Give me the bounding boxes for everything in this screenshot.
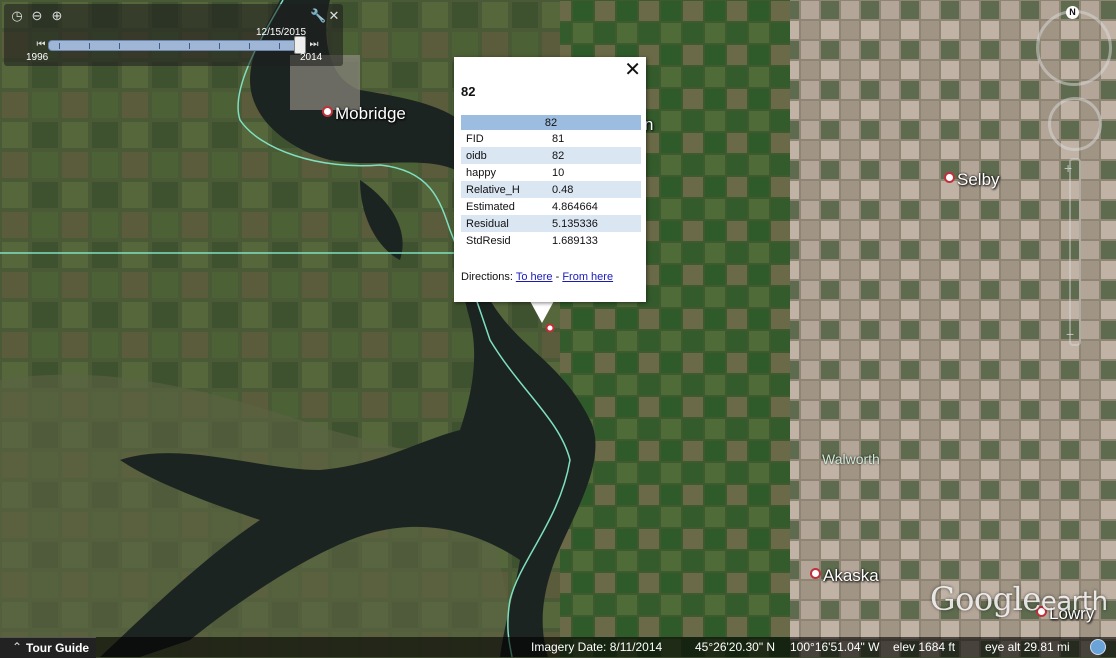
time-tick — [219, 43, 220, 49]
table-row: Residual 5.135336 — [461, 215, 641, 232]
logo-google: Google — [930, 580, 1041, 618]
imagery-date: Imagery Date: 8/11/2014 — [531, 640, 663, 654]
field-value: 10 — [552, 166, 565, 179]
field-name: Relative_H — [461, 181, 552, 198]
compass-ring[interactable] — [1036, 10, 1112, 86]
place-label-selby[interactable]: Selby — [944, 170, 1000, 190]
longitude-readout: 100°16'51.04" W — [790, 640, 880, 654]
balloon-title: 82 — [461, 84, 476, 99]
close-icon[interactable]: ✕ — [327, 9, 341, 23]
close-icon[interactable]: ✕ — [624, 59, 641, 81]
table-row: oidb 82 — [461, 147, 641, 164]
tour-guide-label: Tour Guide — [26, 641, 90, 655]
directions-to-here-link[interactable]: To here — [516, 271, 553, 283]
zoom-slider[interactable] — [1069, 158, 1081, 346]
place-marker-icon — [810, 568, 821, 579]
directions-line: Directions: To here - From here — [461, 271, 613, 283]
time-tick — [249, 43, 250, 49]
time-tick — [119, 43, 120, 49]
time-tick — [189, 43, 190, 49]
directions-separator: - — [555, 271, 560, 283]
table-row: FID 81 — [461, 130, 641, 147]
table-row: StdResid 1.689133 — [461, 232, 641, 249]
table-row: Relative_H 0.48 — [461, 181, 641, 198]
place-label-akaska[interactable]: Akaska — [810, 566, 879, 586]
place-label-walworth: Walworth — [822, 451, 880, 467]
zoom-in-icon[interactable]: + — [1064, 160, 1072, 176]
time-slider-panel: ◷ ⊖ ⊕ 🔧 ✕ 12/15/2015 ⏮ ⏭ 1996 2014 — [4, 4, 343, 66]
time-tick — [89, 43, 90, 49]
table-row: happy 10 — [461, 164, 641, 181]
start-year-label: 1996 — [26, 52, 49, 63]
field-value: 5.135336 — [552, 215, 641, 232]
field-value: 4.864664 — [552, 200, 598, 213]
field-value: 82 — [552, 147, 641, 164]
balloon-pointer — [530, 301, 554, 323]
attribute-table: 82 FID 81 oidb 82 happy 10 Relative_H 0.48 E… — [461, 115, 641, 249]
look-joystick[interactable] — [1048, 97, 1102, 151]
place-marker-icon — [322, 106, 333, 117]
field-name: oidb — [461, 147, 552, 164]
field-name: Estimated — [466, 200, 515, 213]
field-value: 81 — [552, 132, 565, 145]
field-name: StdResid — [466, 234, 511, 247]
zoom-out-icon[interactable]: − — [1066, 326, 1074, 342]
field-name: Residual — [461, 215, 552, 232]
info-balloon: ✕ 82 82 FID 81 oidb 82 happy 10 Relative_H 0… — [454, 57, 646, 302]
field-name: happy — [466, 166, 496, 179]
place-marker-icon — [944, 172, 955, 183]
time-tick — [59, 43, 60, 49]
skip-forward-icon[interactable]: ⏭ — [307, 38, 321, 52]
field-value: 1.689133 — [552, 234, 598, 247]
end-year-label: 2014 — [300, 52, 323, 63]
zoom-in-time-icon[interactable]: ⊕ — [50, 9, 64, 23]
skip-back-icon[interactable]: ⏮ — [34, 38, 48, 52]
logo-earth: earth — [1040, 587, 1108, 617]
google-earth-logo: Googleearth — [930, 580, 1108, 618]
tour-guide-button[interactable]: ⌃ Tour Guide — [0, 637, 96, 658]
table-row: Estimated 4.864664 — [461, 198, 641, 215]
clock-icon[interactable]: ◷ — [10, 9, 24, 23]
status-bar: ⌃ Tour Guide Imagery Date: 8/11/2014 45°… — [0, 637, 1116, 658]
place-label-mobridge[interactable]: Mobridge — [322, 104, 406, 124]
table-header: 82 — [461, 115, 641, 130]
field-value: 0.48 — [552, 181, 641, 198]
field-name: FID — [466, 132, 484, 145]
directions-label: Directions: — [461, 271, 513, 283]
north-indicator[interactable]: N — [1066, 6, 1079, 19]
time-slider-track[interactable] — [48, 40, 306, 51]
time-tick — [279, 43, 280, 49]
latitude-readout: 45°26'20.30" N — [695, 640, 776, 654]
zoom-out-time-icon[interactable]: ⊖ — [30, 9, 44, 23]
chevron-up-icon: ⌃ — [12, 640, 23, 654]
time-tick — [159, 43, 160, 49]
settings-wrench-icon[interactable]: 🔧 — [310, 9, 326, 23]
eye-altitude-readout: eye alt 29.81 mi — [985, 640, 1070, 654]
directions-from-here-link[interactable]: From here — [562, 271, 613, 283]
elevation-readout: elev 1684 ft — [893, 640, 956, 654]
globe-icon[interactable] — [1090, 639, 1106, 655]
